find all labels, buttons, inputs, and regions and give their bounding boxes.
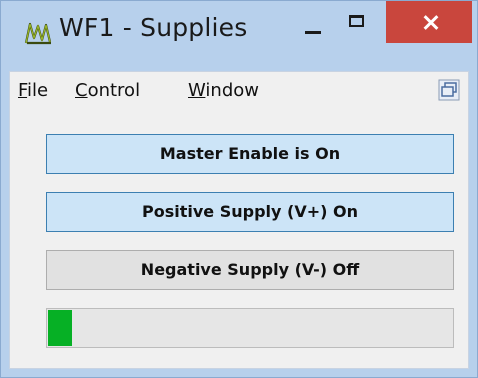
minimize-button[interactable] [297,17,329,41]
menu-window-accelerator: W [188,80,206,101]
menu-control[interactable]: Control [75,80,140,101]
progress-fill [48,310,72,346]
window-title: WF1 - Supplies [59,13,248,42]
client-area: File Control Window Master Enable is On … [9,71,469,369]
maximize-button[interactable] [342,11,374,39]
negative-supply-button[interactable]: Negative Supply (V-) Off [46,250,454,290]
title-bar[interactable]: WF1 - Supplies [1,1,477,63]
menu-file[interactable]: File [18,80,48,101]
positive-supply-button[interactable]: Positive Supply (V+) On [46,192,454,232]
mdi-restore-icon[interactable] [438,79,460,101]
menu-control-accelerator: C [75,80,88,101]
supply-progress-bar [46,308,454,348]
master-enable-button[interactable]: Master Enable is On [46,134,454,174]
menu-control-label: ontrol [87,80,141,101]
menu-bar: File Control Window [10,72,468,113]
supplies-panel: Master Enable is On Positive Supply (V+)… [10,112,468,368]
menu-window-label: indow [205,80,259,101]
supplies-window: WF1 - Supplies File Control Window Maste… [0,0,478,378]
menu-file-accelerator: F [18,80,28,101]
close-button[interactable] [386,1,472,43]
menu-window[interactable]: Window [188,80,259,101]
menu-file-label: ile [27,80,49,101]
waveform-app-icon[interactable] [24,20,54,46]
